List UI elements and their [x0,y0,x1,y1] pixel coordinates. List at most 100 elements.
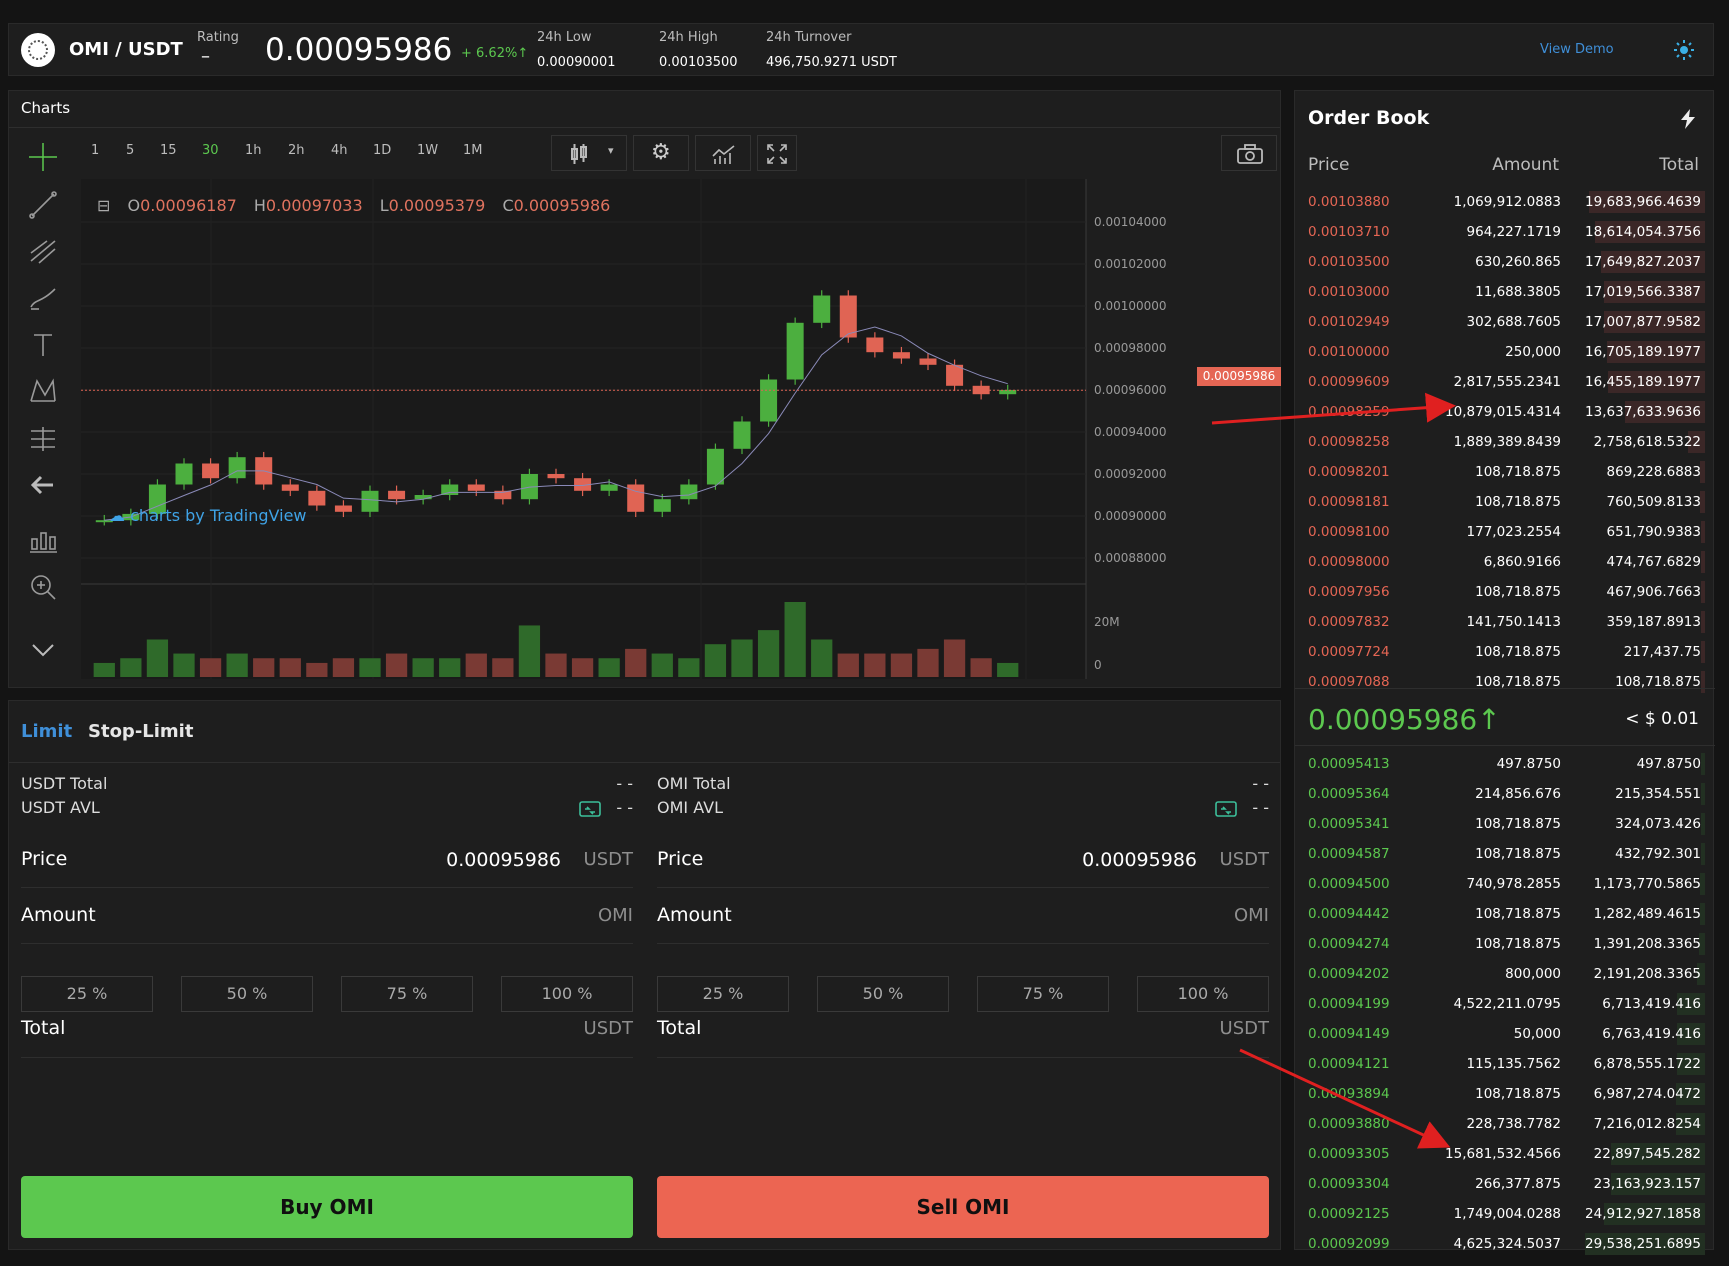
sell-button[interactable]: Sell OMI [657,1176,1269,1238]
chart-settings-button[interactable]: ⚙ [633,135,689,171]
divider [1295,688,1715,689]
arrow-left-icon[interactable] [27,469,59,501]
tradingview-watermark[interactable]: ☁ charts by TradingView [109,506,307,525]
ask-row[interactable]: 0.00100000 250,000 16,705,189.1977 [1295,337,1715,367]
bid-row[interactable]: 0.00094149 50,000 6,763,419.416 [1295,1019,1715,1049]
percent-50-button[interactable]: 50 % [181,976,313,1012]
view-demo-link[interactable]: View Demo [1540,42,1614,57]
ask-row[interactable]: 0.00097832 141,750.1413 359,187.8913 [1295,607,1715,637]
transfer-wallet-icon[interactable] [579,799,601,817]
row-amount: 228,738.7782 [1466,1116,1561,1132]
ask-row[interactable]: 0.00103500 630,260.865 17,649,827.2037 [1295,247,1715,277]
bid-row[interactable]: 0.00095341 108,718.875 324,073.426 [1295,809,1715,839]
row-total: 760,509.8133 [1606,494,1701,510]
chevron-down-icon[interactable] [27,641,59,661]
timeframe-30[interactable]: 30 [202,143,219,158]
bid-row[interactable]: 0.00093304 266,377.875 23,163,923.157 [1295,1169,1715,1199]
pair-selector[interactable]: OMI / USDT [69,39,183,60]
price-chart[interactable]: 0.00104000 0.00102000 0.00100000 0.00098000… [81,179,1281,679]
fib-tool-icon[interactable] [27,235,59,267]
candle-type-button[interactable]: ▾ [551,135,627,171]
ask-row[interactable]: 0.00098201 108,718.875 869,228.6883 [1295,457,1715,487]
bid-row[interactable]: 0.00094587 108,718.875 432,792.301 [1295,839,1715,869]
brush-icon[interactable] [27,281,59,313]
tab-stop-limit[interactable]: Stop-Limit [88,721,193,742]
bid-row[interactable]: 0.00094202 800,000 2,191,208.3365 [1295,959,1715,989]
bid-row[interactable]: 0.00093894 108,718.875 6,987,274.0472 [1295,1079,1715,1109]
timeframe-2h[interactable]: 2h [288,143,305,158]
timeframe-1d[interactable]: 1D [373,143,391,158]
ask-row[interactable]: 0.00097088 108,718.875 108,718.875 [1295,667,1715,697]
candle [653,499,671,512]
percent-25-button[interactable]: 25 % [21,976,153,1012]
crosshair-icon[interactable] [27,141,59,173]
total-sum-label: Total [657,1017,702,1039]
timeframe-4h[interactable]: 4h [331,143,348,158]
zoom-in-icon[interactable] [27,571,59,603]
bid-row[interactable]: 0.00095413 497.8750 497.8750 [1295,749,1715,779]
percent-100-button[interactable]: 100 % [501,976,633,1012]
theme-sun-icon[interactable] [1674,40,1694,60]
bid-row[interactable]: 0.00094500 740,978.2855 1,173,770.5865 [1295,869,1715,899]
ask-row[interactable]: 0.00103710 964,227.1719 18,614,054.3756 [1295,217,1715,247]
bid-row[interactable]: 0.00094121 115,135.7562 6,878,555.1722 [1295,1049,1715,1079]
timeframe-15[interactable]: 15 [160,143,177,158]
y-tick-label: 0.00104000 [1094,215,1167,229]
snapshot-button[interactable] [1221,135,1277,171]
timeframe-1[interactable]: 1 [91,143,99,158]
collapse-icon[interactable]: ⊟ [97,196,110,215]
volume-bar [811,639,833,677]
timeframe-1m[interactable]: 1M [463,143,483,158]
ohlc-high: 0.00097033 [265,196,363,215]
bid-row[interactable]: 0.00094199 4,522,211.0795 6,713,419.416 [1295,989,1715,1019]
row-total: 1,282,489.4615 [1593,906,1701,922]
price-input[interactable]: 0.00095986 [446,849,561,871]
text-tool-icon[interactable] [27,329,59,361]
bid-row[interactable]: 0.00093305 15,681,532.4566 22,897,545.282 [1295,1139,1715,1169]
trend-line-icon[interactable] [27,189,59,221]
percent-100-button[interactable]: 100 % [1137,976,1269,1012]
ask-row[interactable]: 0.00103000 11,688.3805 17,019,566.3387 [1295,277,1715,307]
lightning-icon[interactable] [1679,109,1697,129]
ask-row[interactable]: 0.00098181 108,718.875 760,509.8133 [1295,487,1715,517]
timeframe-5[interactable]: 5 [126,143,134,158]
bid-row[interactable]: 0.00092099 4,625,324.5037 29,538,251.6895 [1295,1229,1715,1259]
bid-row[interactable]: 0.00093880 228,738.7782 7,216,012.8254 [1295,1109,1715,1139]
ask-row[interactable]: 0.00099609 2,817,555.2341 16,455,189.1977 [1295,367,1715,397]
ask-row[interactable]: 0.00098258 1,889,389.8439 2,758,618.5322 [1295,427,1715,457]
bid-row[interactable]: 0.00095364 214,856.676 215,354.551 [1295,779,1715,809]
ask-row[interactable]: 0.00102949 302,688.7605 17,007,877.9582 [1295,307,1715,337]
available-value: - - [1252,798,1269,817]
pattern-tool-icon[interactable] [27,375,59,407]
percent-75-button[interactable]: 75 % [341,976,473,1012]
bid-row[interactable]: 0.00092125 1,749,004.0288 24,912,927.1858 [1295,1199,1715,1229]
bid-row[interactable]: 0.00094442 108,718.875 1,282,489.4615 [1295,899,1715,929]
ask-row[interactable]: 0.00097724 108,718.875 217,437.75 [1295,637,1715,667]
rating-label: Rating [197,30,239,45]
ask-row[interactable]: 0.00098000 6,860.9166 474,767.6829 [1295,547,1715,577]
low-value: 0.00090001 [537,55,616,70]
percent-75-button[interactable]: 75 % [977,976,1109,1012]
timeframe-1h[interactable]: 1h [245,143,262,158]
bid-row[interactable]: 0.00094274 108,718.875 1,391,208.3365 [1295,929,1715,959]
price-input[interactable]: 0.00095986 [1082,849,1197,871]
row-amount: 11,688.3805 [1475,284,1561,300]
candle [919,358,937,365]
ask-row[interactable]: 0.00098259 10,879,015.4314 13,637,633.9636 [1295,397,1715,427]
fullscreen-button[interactable] [757,135,797,171]
volume-bar [412,658,434,677]
buy-button[interactable]: Buy OMI [21,1176,633,1238]
long-position-icon[interactable] [27,525,59,557]
ask-row[interactable]: 0.00097956 108,718.875 467,906.7663 [1295,577,1715,607]
ask-row[interactable]: 0.00098100 177,023.2554 651,790.9383 [1295,517,1715,547]
indicators-button[interactable] [695,135,751,171]
percent-25-button[interactable]: 25 % [657,976,789,1012]
timeframe-1w[interactable]: 1W [417,143,438,158]
available-value: - - [616,798,633,817]
measure-tool-icon[interactable] [27,423,59,455]
tab-limit[interactable]: Limit [21,721,72,742]
transfer-wallet-icon[interactable] [1215,799,1237,817]
ask-row[interactable]: 0.00103880 1,069,912.0883 19,683,966.4639 [1295,187,1715,217]
percent-50-button[interactable]: 50 % [817,976,949,1012]
row-total: 217,437.75 [1623,644,1701,660]
